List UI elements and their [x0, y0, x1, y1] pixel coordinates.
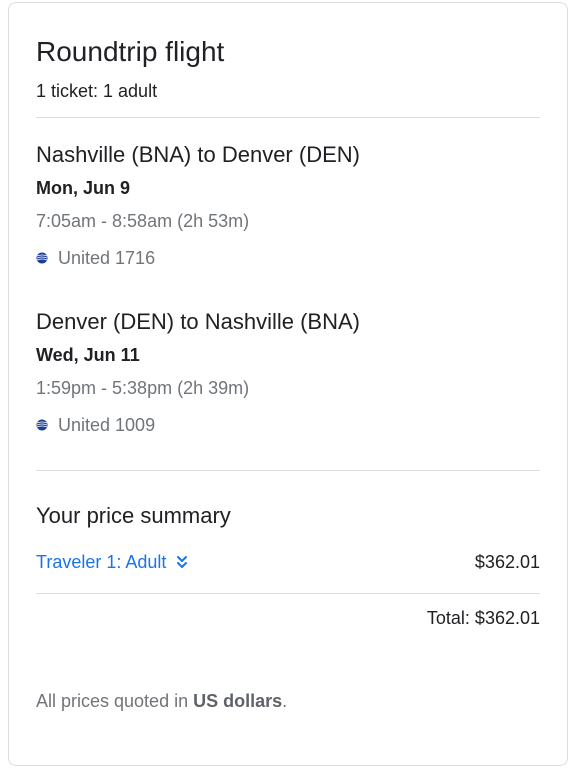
currency-footnote: All prices quoted in US dollars.: [36, 690, 287, 712]
return-date: Wed, Jun 11: [36, 345, 140, 365]
footnote-suffix: .: [282, 691, 288, 711]
return-times: 1:59pm - 5:38pm (2h 39m): [36, 378, 250, 398]
footnote-currency: US dollars: [193, 691, 283, 711]
footnote-prefix: All prices quoted in: [36, 691, 194, 711]
return-airline: United 1009: [36, 414, 155, 436]
price-summary-title: Your price summary: [36, 503, 231, 528]
outbound-airline-label: United 1716: [58, 248, 156, 268]
chevron-double-down-icon: [177, 556, 188, 568]
traveler-price: $362.01: [474, 552, 540, 572]
page-title: Roundtrip flight: [36, 36, 225, 67]
traveler-breakdown-toggle[interactable]: Traveler 1: Adult: [36, 551, 188, 573]
return-airline-label: United 1009: [58, 415, 156, 435]
outbound-route: Nashville (BNA) to Denver (DEN): [36, 142, 360, 167]
outbound-airline: United 1716: [36, 247, 155, 269]
divider: [36, 117, 540, 118]
traveler-label: Traveler 1: Adult: [36, 552, 167, 572]
outbound-date: Mon, Jun 9: [36, 178, 130, 198]
divider: [36, 593, 540, 594]
divider: [36, 470, 540, 471]
return-route: Denver (DEN) to Nashville (BNA): [36, 309, 360, 334]
united-airlines-logo-icon: [36, 252, 48, 264]
flight-summary-card: Roundtrip flight 1 ticket: 1 adult Nashv…: [8, 2, 568, 766]
outbound-times: 7:05am - 8:58am (2h 53m): [36, 211, 250, 231]
total-price: Total: $362.01: [426, 608, 540, 628]
ticket-summary: 1 ticket: 1 adult: [36, 81, 158, 101]
united-airlines-logo-icon: [36, 419, 48, 431]
